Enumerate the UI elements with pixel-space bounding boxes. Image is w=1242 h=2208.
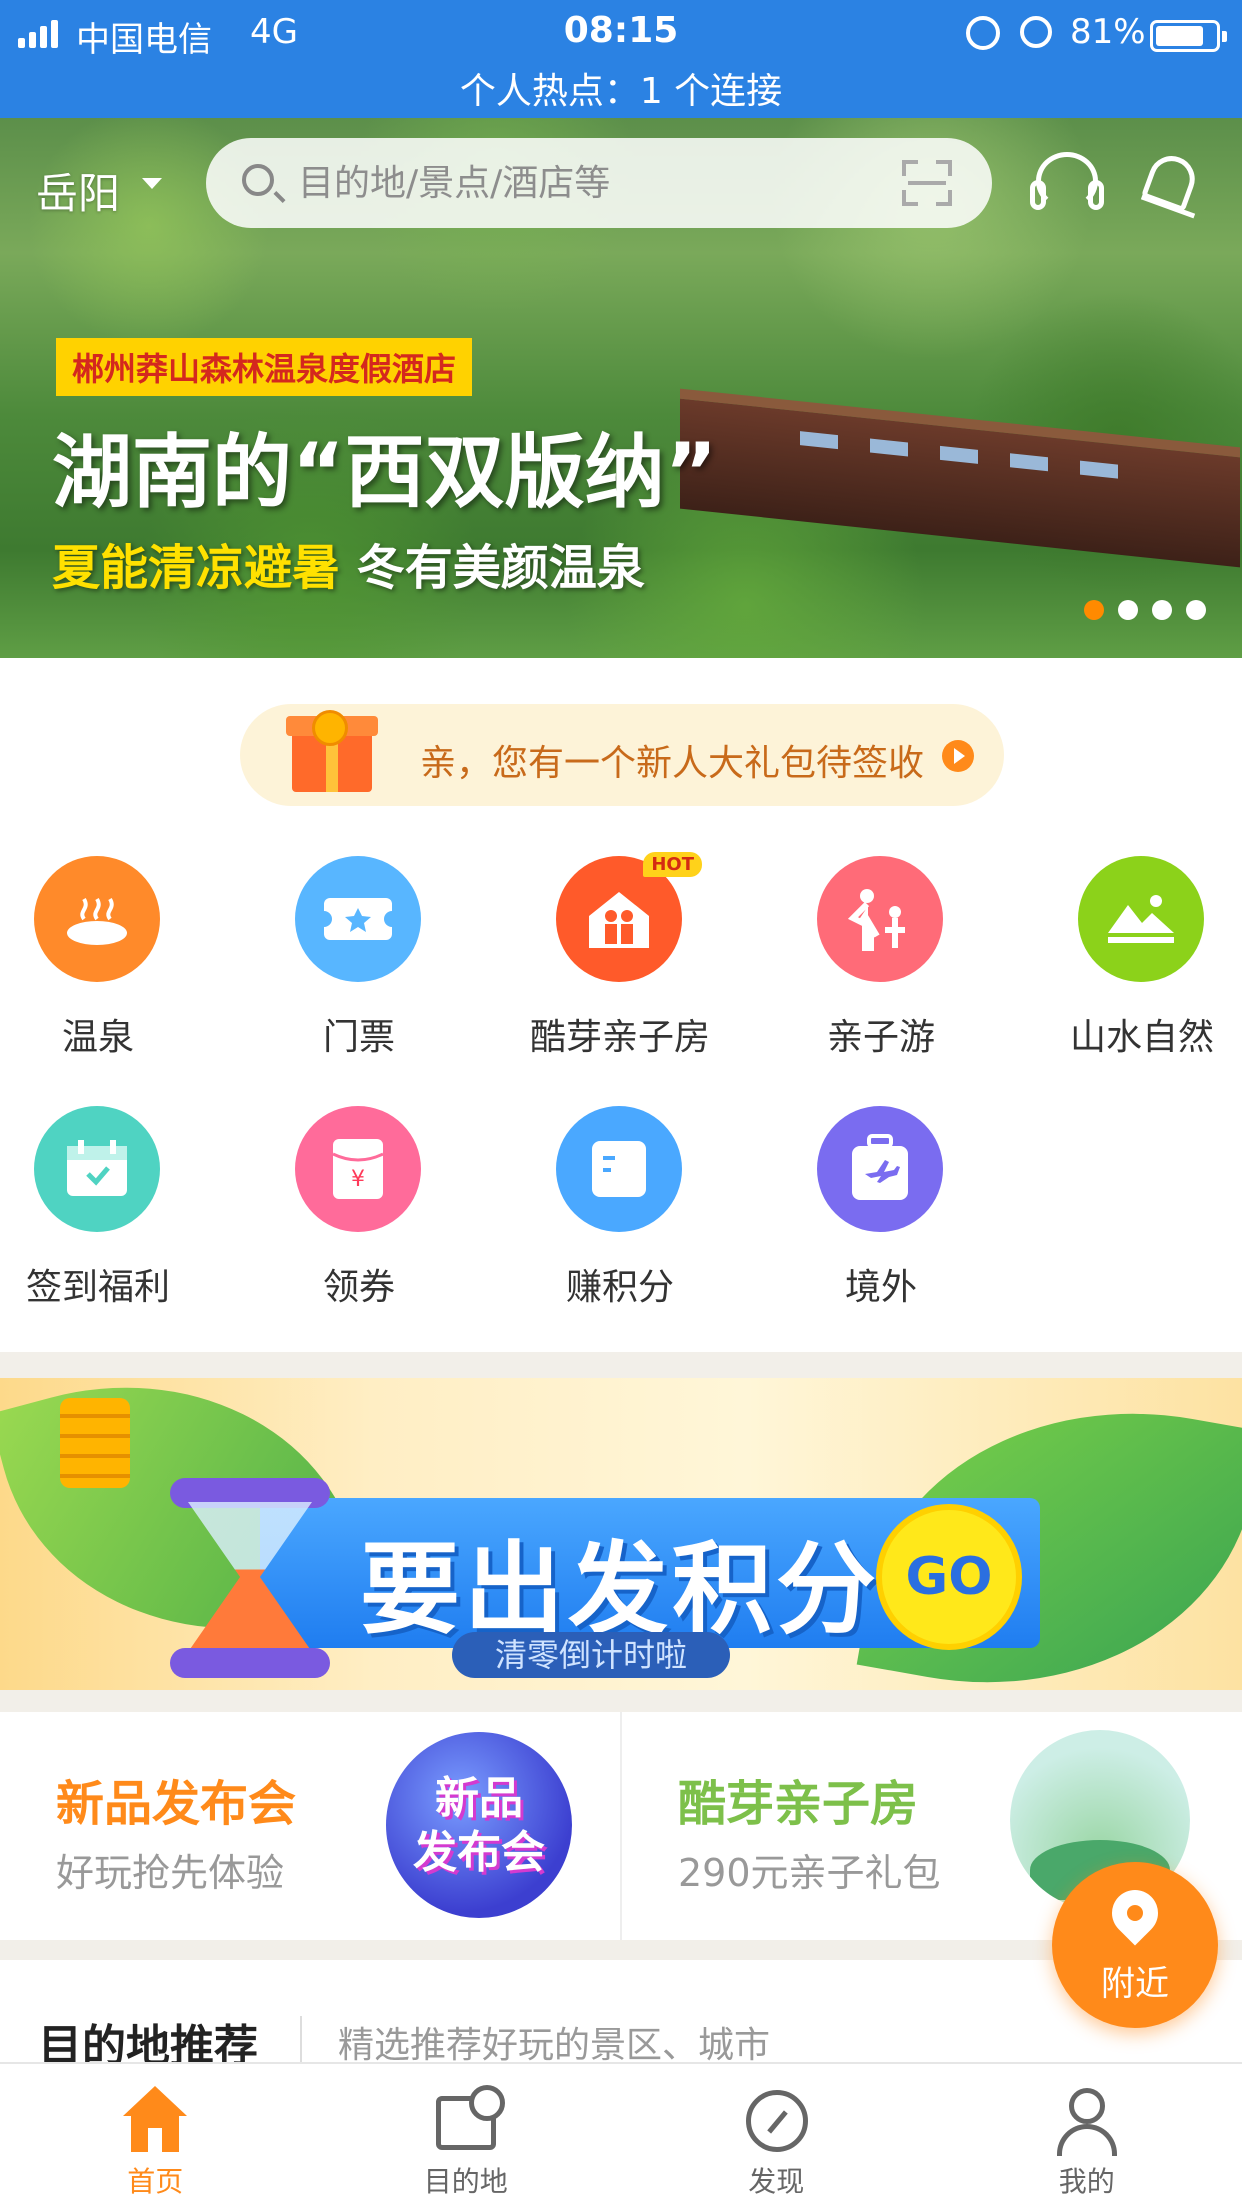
hero-sub-highlight: 夏能清凉避暑 (52, 540, 341, 596)
category-tickets[interactable]: 门票 (249, 856, 469, 1076)
coin-icon (312, 710, 348, 746)
category-coupons[interactable]: ¥ 领券 (249, 1106, 469, 1326)
section-divider (0, 1352, 1242, 1378)
points-card-icon (556, 1106, 682, 1232)
section-subtitle: 精选推荐好玩的景区、城市 (338, 2025, 771, 2066)
luggage-plane-icon (817, 1106, 943, 1232)
ticket-icon (295, 856, 421, 982)
hero-headline: 湖南的“西双版纳” (52, 426, 718, 519)
tab-label: 我的 (1058, 2165, 1115, 2198)
arrow-right-icon (942, 740, 974, 772)
category-label: 门票 (322, 1017, 395, 1058)
rotation-lock-icon (966, 16, 1000, 50)
city-selector[interactable]: 岳阳 (36, 160, 120, 221)
svg-text:¥: ¥ (351, 1167, 365, 1192)
tab-discover[interactable]: 发现 (621, 2064, 932, 2208)
promo-divider (620, 1712, 622, 1940)
bottom-tab-bar: 首页 目的地 发现 我的 (0, 2062, 1242, 2208)
status-bar: 中国电信 4G 08:15 81% 个人热点：1 个连接 (0, 0, 1242, 118)
points-expiry-banner[interactable]: 要出发积分 清零倒计时啦 GO (0, 1378, 1242, 1690)
category-label: 境外 (844, 1267, 917, 1308)
carousel-dot-active[interactable] (1084, 600, 1104, 620)
hot-spring-icon (34, 856, 160, 982)
new-user-gift-bar[interactable]: 亲，您有一个新人大礼包待签收 (240, 704, 1004, 806)
hero-tag: 郴州莽山森林温泉度假酒店 (56, 338, 473, 396)
tab-label: 首页 (127, 2165, 184, 2198)
map-icon (430, 2085, 505, 2156)
promo-title: 酷芽亲子房 (678, 1776, 919, 1832)
carousel-dot[interactable] (1152, 600, 1172, 620)
tab-destination[interactable]: 目的地 (311, 2064, 622, 2208)
coin-stack-icon (60, 1398, 130, 1488)
category-label: 山水自然 (1069, 1017, 1214, 1058)
new-launch-badge-image: 新品 发布会 (386, 1732, 572, 1918)
category-label: 赚积分 (565, 1267, 674, 1308)
search-icon (242, 164, 274, 196)
carousel-dot[interactable] (1186, 600, 1206, 620)
go-button[interactable]: GO (876, 1504, 1022, 1650)
customer-service-icon[interactable] (1030, 148, 1104, 220)
points-subtitle: 清零倒计时啦 (452, 1632, 730, 1678)
caret-down-icon[interactable] (142, 178, 162, 189)
user-icon (1051, 2086, 1123, 2156)
hot-badge: HOT (643, 852, 702, 877)
tab-label: 目的地 (423, 2165, 508, 2198)
gift-text: 亲，您有一个新人大礼包待签收 (420, 743, 925, 784)
category-checkin[interactable]: 签到福利 (0, 1106, 208, 1326)
title-divider (300, 2016, 302, 2062)
promo-cards: 新品发布会 好玩抢先体验 新品 发布会 酷芽亲子房 290元亲子礼包 (0, 1712, 1242, 1940)
search-bar[interactable] (206, 138, 992, 228)
parent-child-icon (817, 856, 943, 982)
category-label: 领券 (322, 1267, 395, 1308)
tab-label: 发现 (748, 2165, 805, 2198)
hero-sub-rest: 冬有美颜温泉 (340, 540, 645, 596)
tab-home[interactable]: 首页 (0, 2064, 311, 2208)
category-family-trip[interactable]: 亲子游 (771, 856, 991, 1076)
carousel-dot[interactable] (1118, 600, 1138, 620)
mountain-icon (1078, 856, 1204, 982)
section-divider (0, 1690, 1242, 1712)
calendar-icon (34, 1106, 160, 1232)
category-hot-spring[interactable]: 温泉 (0, 856, 208, 1076)
notification-bell-icon[interactable] (1138, 149, 1204, 220)
location-pin-icon (1102, 1880, 1168, 1946)
category-label: 签到福利 (25, 1267, 170, 1308)
nearby-floating-button[interactable]: 附近 (1052, 1862, 1218, 2028)
category-label: 亲子游 (826, 1017, 935, 1058)
promo-subtitle: 好玩抢先体验 (56, 1851, 285, 1895)
category-earn-points[interactable]: 赚积分 (510, 1106, 730, 1326)
home-icon (119, 2086, 191, 2156)
battery-icon (1150, 20, 1227, 52)
clock: 08:15 (563, 10, 679, 51)
category-label: 温泉 (61, 1017, 134, 1058)
hourglass-icon (170, 1478, 330, 1678)
category-family-room[interactable]: HOT 酷芽亲子房 (510, 852, 730, 1076)
promo-subtitle: 290元亲子礼包 (678, 1851, 941, 1895)
hotspot-banner[interactable]: 个人热点：1 个连接 (0, 62, 1242, 114)
battery-percent: 81% (1070, 12, 1146, 52)
category-overseas[interactable]: 境外 (771, 1106, 991, 1326)
scan-icon[interactable] (902, 160, 952, 206)
category-label: 酷芽亲子房 (529, 1017, 710, 1058)
nearby-label: 附近 (1101, 1964, 1169, 2004)
category-nature[interactable]: 山水自然 (1032, 856, 1242, 1076)
carousel-dots (1084, 600, 1206, 620)
tab-profile[interactable]: 我的 (932, 2064, 1242, 2208)
compass-icon (740, 2086, 812, 2156)
promo-title: 新品发布会 (56, 1776, 297, 1832)
red-envelope-icon: ¥ (295, 1106, 421, 1232)
search-input[interactable] (298, 156, 838, 210)
app-screen: 中国电信 4G 08:15 81% 个人热点：1 个连接 郴州莽山森林温泉度假酒… (0, 0, 1242, 2208)
hero-subline: 夏能清凉避暑 冬有美颜温泉 (52, 528, 645, 598)
alarm-icon (1020, 16, 1052, 48)
